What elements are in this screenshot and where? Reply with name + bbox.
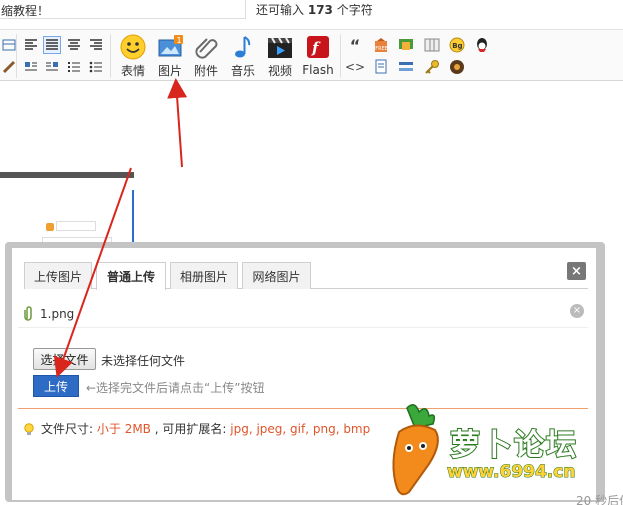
columns-icon[interactable]	[423, 36, 441, 54]
justify-icon[interactable]	[43, 36, 61, 54]
ext-value: jpg, jpeg, gif, png, bmp	[230, 421, 371, 436]
char-counter: 还可输入 173 个字符	[256, 1, 373, 18]
free-icon-label: FREE	[375, 46, 388, 52]
flash-button[interactable]: f Flash	[299, 33, 337, 79]
unordered-list-icon[interactable]	[87, 58, 105, 76]
video-icon	[265, 33, 295, 60]
flash-label: Flash	[302, 63, 334, 77]
char-counter-prefix: 还可输入	[256, 3, 305, 17]
choose-file-button[interactable]: 选择文件	[33, 348, 96, 370]
attachment-icon	[24, 305, 34, 324]
char-counter-count: 173	[307, 3, 333, 17]
float-right-icon[interactable]	[43, 58, 61, 76]
image-button[interactable]: 1 图片	[151, 33, 189, 79]
ext-label: , 可用扩展名:	[154, 422, 227, 436]
tab-normal-upload[interactable]: 普通上传	[96, 262, 166, 290]
attachment-label: 附件	[193, 64, 218, 78]
align-center-icon[interactable]	[65, 36, 83, 54]
close-button[interactable]: ×	[567, 262, 586, 280]
paperclip-icon	[191, 33, 221, 60]
ordered-list-icon[interactable]	[65, 58, 83, 76]
watermark-url: www.6994.cn	[446, 462, 576, 483]
background-icon-label: Bg	[452, 42, 462, 50]
background-icon[interactable]: Bg	[448, 36, 466, 54]
emoji-label: 表情	[120, 64, 145, 78]
tab-web-image[interactable]: 网络图片	[242, 262, 311, 289]
music-button[interactable]: 音乐	[224, 33, 262, 79]
upload-limits: 文件尺寸: 小于 2MB , 可用扩展名: jpg, jpeg, gif, pn…	[24, 420, 370, 437]
divider-line-icon[interactable]	[397, 58, 415, 76]
image-icon: 1	[155, 33, 185, 60]
smiley-icon	[118, 33, 148, 60]
file-name: 1.png	[40, 307, 75, 321]
autosave-text: 20 秒后保	[576, 494, 623, 505]
watermark-text: 萝卜论坛	[449, 427, 578, 464]
upload-button[interactable]: 上传	[33, 375, 79, 397]
char-counter-suffix: 个字符	[336, 3, 373, 17]
tab-album-image[interactable]: 相册图片	[170, 262, 238, 289]
page-icon[interactable]	[372, 58, 390, 76]
disc-icon[interactable]	[448, 58, 466, 76]
key-icon[interactable]	[423, 58, 441, 76]
size-value: 小于 2MB	[96, 422, 151, 436]
upload-hint: ←选择完文件后请点击“上传”按钮	[86, 381, 265, 395]
align-right-icon[interactable]	[87, 36, 105, 54]
editor-toolbar: 表情 1 图片 附件 音乐 视频 f Flash “ FREE Bg <>	[0, 29, 623, 81]
emoji-button[interactable]: 表情	[114, 33, 152, 79]
quote-button[interactable]: “	[346, 36, 364, 55]
lightbulb-icon	[24, 422, 34, 435]
title-input[interactable]: 缩教程！	[0, 0, 246, 19]
screenshot-thumbnail-bar	[0, 172, 134, 178]
size-label: 文件尺寸:	[41, 422, 94, 436]
music-note-icon	[228, 33, 258, 60]
video-button[interactable]: 视频	[261, 33, 299, 79]
float-left-icon[interactable]	[22, 58, 40, 76]
flash-icon: f	[303, 33, 333, 61]
image-label: 图片	[157, 64, 182, 78]
music-label: 音乐	[230, 64, 255, 78]
code-button[interactable]: <>	[345, 58, 365, 76]
no-file-text: 未选择任何文件	[101, 354, 186, 368]
free-icon[interactable]: FREE	[372, 36, 390, 54]
video-label: 视频	[267, 64, 292, 78]
tab-upload-image[interactable]: 上传图片	[24, 262, 92, 289]
watermark-logo: 萝卜论坛 www.6994.cn	[385, 402, 615, 502]
file-list-item	[18, 298, 588, 328]
qq-icon[interactable]	[473, 36, 491, 54]
carrot-icon	[392, 404, 439, 496]
attachment-button[interactable]: 附件	[187, 33, 225, 79]
remove-file-button[interactable]: ×	[570, 304, 584, 318]
hide-content-icon[interactable]	[397, 36, 415, 54]
align-left-icon[interactable]	[22, 36, 40, 54]
svg-text:1: 1	[177, 36, 182, 45]
